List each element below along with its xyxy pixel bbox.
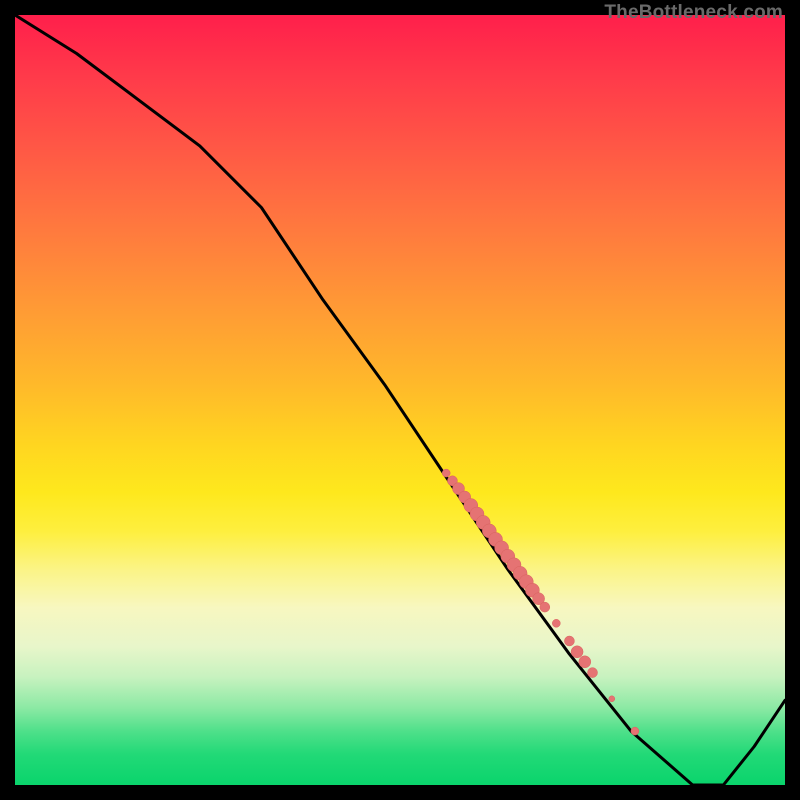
marker-group [442,469,639,735]
chart-plot-area: TheBottleneck.com [15,15,785,785]
chart-frame: TheBottleneck.com [0,0,800,800]
data-marker [571,646,583,658]
data-marker [540,602,550,612]
data-marker [609,696,615,702]
data-marker [579,656,591,668]
data-marker [588,668,598,678]
data-marker [552,619,560,627]
chart-svg [15,15,785,785]
data-marker [564,636,574,646]
data-marker [631,727,639,735]
curve-line [15,15,785,785]
data-marker [442,469,450,477]
